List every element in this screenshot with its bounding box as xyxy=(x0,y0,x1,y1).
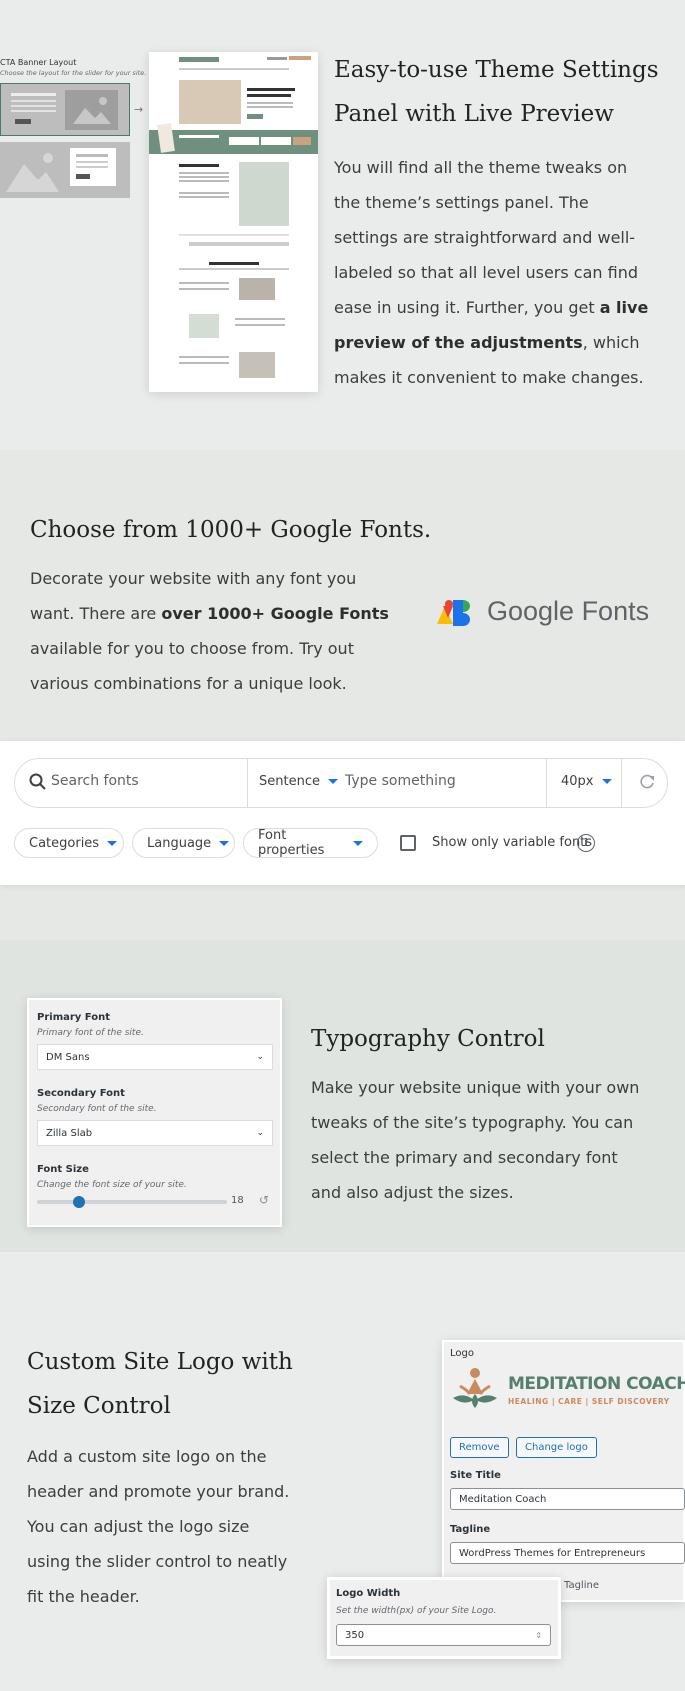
meditation-lotus-icon xyxy=(450,1364,500,1410)
font-size-slider-thumb[interactable] xyxy=(72,1196,85,1208)
font-properties-filter[interactable]: Font properties xyxy=(243,828,378,858)
font-size-label: Font Size xyxy=(37,1164,89,1175)
image-placeholder-icon xyxy=(65,90,118,130)
tagline-label: Tagline xyxy=(450,1524,491,1535)
section3-title: Typography Control xyxy=(311,1026,545,1052)
layout-card xyxy=(70,148,116,186)
remove-logo-button[interactable]: Remove xyxy=(450,1437,509,1458)
number-spinner-icon[interactable]: ⇕ xyxy=(535,1631,542,1640)
language-filter[interactable]: Language xyxy=(132,828,235,858)
section4-title: Custom Site Logo with Size Control xyxy=(27,1349,293,1419)
section3-paragraph: Make your website unique with your own t… xyxy=(311,1078,640,1202)
tagline-input[interactable]: WordPress Themes for Entrepreneurs xyxy=(450,1542,685,1564)
layout-option-2[interactable] xyxy=(0,142,130,198)
reset-icon[interactable]: ↺ xyxy=(259,1193,269,1207)
layout-line xyxy=(11,105,56,107)
site-title-label: Site Title xyxy=(450,1470,501,1481)
section2-paragraph: Decorate your website with any font you … xyxy=(30,569,389,693)
layout-line xyxy=(11,93,56,96)
layout-line xyxy=(11,100,56,102)
tagline-toggle-label: Tagline xyxy=(564,1580,599,1591)
reset-icon[interactable] xyxy=(637,772,657,796)
preview-service-image xyxy=(189,314,219,338)
font-search-bar: Search fonts Sentence Type something 40p… xyxy=(14,758,668,808)
font-size-value: 18 xyxy=(231,1195,244,1206)
chevron-down-icon: ⌄ xyxy=(256,1052,264,1062)
logo-width-label: Logo Width xyxy=(336,1588,401,1599)
section4-paragraph: Add a custom site logo on the header and… xyxy=(27,1447,290,1606)
typography-panel: Primary Font Primary font of the site. D… xyxy=(27,998,282,1227)
layout-line xyxy=(11,110,56,112)
change-logo-button[interactable]: Change logo xyxy=(516,1437,597,1458)
logo-settings-panel: Logo MEDITATION COACH HEALING | CARE | S… xyxy=(442,1340,685,1602)
preview-service-image xyxy=(239,278,275,300)
preview-nav xyxy=(179,68,289,70)
preview-hero-image xyxy=(179,80,241,124)
preview-logos-row xyxy=(189,242,289,246)
variable-fonts-checkbox[interactable] xyxy=(400,835,416,851)
section1-paragraph: You will find all the theme tweaks on th… xyxy=(334,158,649,387)
preview-logo xyxy=(179,57,219,62)
font-size-slider-track[interactable] xyxy=(37,1196,227,1208)
primary-font-label: Primary Font xyxy=(37,1012,110,1023)
caret-down-icon xyxy=(601,779,612,784)
preview-cta-banner xyxy=(149,123,318,154)
primary-font-select[interactable]: DM Sans ⌄ xyxy=(37,1044,273,1070)
layout-option-1[interactable] xyxy=(0,83,130,136)
logo-label: Logo xyxy=(450,1348,474,1359)
divider xyxy=(247,759,248,807)
layout-button xyxy=(15,119,31,124)
logo-width-desc: Set the width(px) of your Site Logo. xyxy=(336,1606,497,1616)
google-fonts-logo-icon xyxy=(435,596,475,630)
sentence-dropdown[interactable]: Sentence xyxy=(259,774,338,789)
primary-font-desc: Primary font of the site. xyxy=(37,1028,144,1038)
brand-name: MEDITATION COACH xyxy=(508,1374,685,1394)
image-placeholder-icon xyxy=(4,146,59,194)
font-size-desc: Change the font size of your site. xyxy=(37,1180,187,1190)
search-icon xyxy=(29,773,47,795)
section1-title: Easy-to-use Theme Settings Panel with Li… xyxy=(334,57,659,127)
theme-settings-section: CTA Banner Layout Choose the layout for … xyxy=(0,0,685,450)
secondary-font-label: Secondary Font xyxy=(37,1088,125,1099)
divider xyxy=(546,759,547,807)
info-icon[interactable]: i xyxy=(577,834,595,852)
categories-filter[interactable]: Categories xyxy=(14,828,124,858)
divider xyxy=(621,759,622,807)
section2-title: Choose from 1000+ Google Fonts. xyxy=(30,517,432,543)
live-preview-thumbnail[interactable] xyxy=(149,52,318,392)
caret-down-icon xyxy=(107,840,118,846)
search-fonts-input[interactable]: Search fonts xyxy=(51,773,139,789)
preview-about-image xyxy=(239,162,289,226)
preview-service-image xyxy=(239,352,275,378)
logo-width-input[interactable]: 350 ⇕ xyxy=(336,1624,551,1646)
secondary-font-desc: Secondary font of the site. xyxy=(37,1104,157,1114)
site-title-input[interactable]: Meditation Coach xyxy=(450,1488,685,1510)
variable-fonts-label: Show only variable fonts xyxy=(432,835,593,850)
chevron-down-icon: ⌄ xyxy=(256,1128,264,1138)
brand-tagline: HEALING | CARE | SELF DISCOVERY xyxy=(508,1397,670,1406)
cta-panel-title: CTA Banner Layout xyxy=(0,58,77,67)
type-something-input[interactable]: Type something xyxy=(345,773,456,789)
google-fonts-logo-text: Google Fonts xyxy=(487,596,650,626)
caret-down-icon xyxy=(327,779,338,784)
caret-down-icon xyxy=(219,840,230,846)
arrow-right-icon: → xyxy=(134,103,144,116)
cta-panel-desc: Choose the layout for the slider for you… xyxy=(0,69,147,77)
secondary-font-select[interactable]: Zilla Slab ⌄ xyxy=(37,1120,273,1146)
cta-banner-layout-panel: CTA Banner Layout Choose the layout for … xyxy=(0,58,147,77)
logo-width-panel: Logo Width Set the width(px) of your Sit… xyxy=(327,1577,561,1659)
caret-down-icon xyxy=(353,840,363,846)
font-size-dropdown[interactable]: 40px xyxy=(561,774,612,789)
